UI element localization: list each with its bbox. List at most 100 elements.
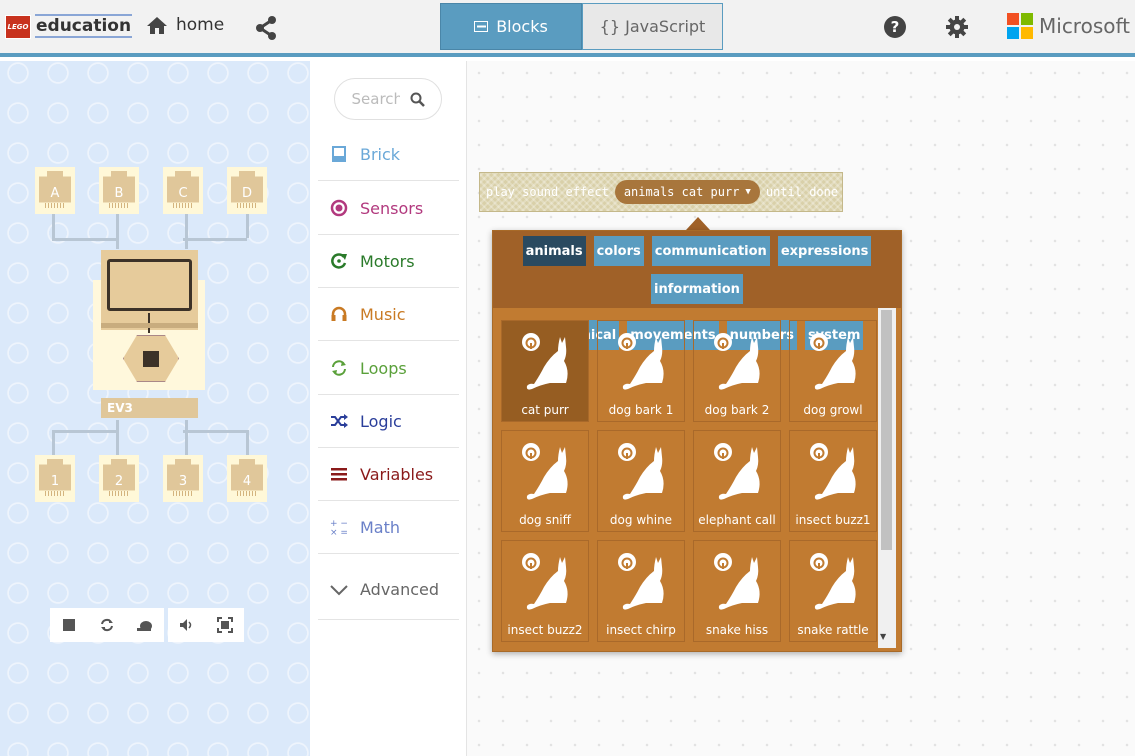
top-bar: LEGO education home Blocks {} JavaScript… bbox=[0, 0, 1135, 57]
output-port[interactable]: B bbox=[99, 167, 139, 214]
sound-option[interactable]: insect chirp bbox=[597, 540, 685, 642]
scroll-down-icon[interactable]: ▼ bbox=[880, 632, 886, 641]
toolbox-category-variables[interactable]: Variables bbox=[318, 448, 459, 501]
input-port[interactable]: 4 bbox=[227, 455, 267, 502]
sound-option[interactable]: insect buzz2 bbox=[501, 540, 589, 642]
variables-icon bbox=[330, 465, 348, 483]
input-port[interactable]: 3 bbox=[163, 455, 203, 502]
sound-option[interactable]: elephant call bbox=[693, 430, 781, 532]
brick-wire bbox=[185, 420, 188, 455]
toolbox-category-label: Variables bbox=[360, 464, 434, 484]
sound-option[interactable]: snake hiss bbox=[693, 540, 781, 642]
brick-wire bbox=[52, 238, 116, 241]
dropdown-pointer bbox=[686, 217, 710, 230]
sound-option[interactable]: dog sniff bbox=[501, 430, 589, 532]
toolbox-search[interactable]: Search bbox=[334, 78, 442, 120]
input-port[interactable]: 2 bbox=[99, 455, 139, 502]
toolbox-category-label: Math bbox=[360, 517, 401, 537]
share-icon[interactable] bbox=[255, 16, 277, 40]
shuffle-icon bbox=[330, 412, 348, 430]
sound-picker-dropdown: animals colors communication expressions inf… bbox=[492, 230, 902, 652]
help-icon[interactable]: ? bbox=[884, 16, 906, 38]
output-port[interactable]: A bbox=[35, 167, 75, 214]
microsoft-logo[interactable]: Microsoft bbox=[1007, 13, 1130, 39]
sound-icon bbox=[180, 619, 192, 631]
toolbox-category-logic[interactable]: Logic bbox=[318, 395, 459, 448]
toolbox-category-math[interactable]: + − × = Math bbox=[318, 501, 459, 554]
port-pins bbox=[237, 491, 257, 496]
brick-wire bbox=[52, 214, 55, 238]
toolbox-category-label: Motors bbox=[360, 251, 415, 271]
home-button[interactable]: home bbox=[146, 15, 224, 35]
sound-category-communication[interactable]: communication bbox=[651, 236, 770, 266]
home-label: home bbox=[176, 15, 225, 35]
port-label: 2 bbox=[114, 474, 124, 489]
port-label: B bbox=[114, 186, 124, 201]
svg-text:?: ? bbox=[891, 18, 900, 36]
toolbox-category-music[interactable]: Music bbox=[318, 288, 459, 341]
toolbox-category-loops[interactable]: Loops bbox=[318, 342, 459, 395]
sound-option[interactable]: dog bark 1 bbox=[597, 320, 685, 422]
sound-option[interactable]: dog growl bbox=[789, 320, 877, 422]
toolbox-category-label: Music bbox=[360, 304, 406, 324]
port-label: C bbox=[178, 186, 188, 201]
port-pins bbox=[109, 491, 129, 496]
brick-label: EV3 bbox=[101, 398, 198, 418]
output-port[interactable]: C bbox=[163, 167, 203, 214]
sound-category-animals[interactable]: animals bbox=[522, 236, 586, 266]
sound-option[interactable]: dog whine bbox=[597, 430, 685, 532]
search-icon[interactable] bbox=[410, 92, 425, 107]
sound-option[interactable]: cat purr bbox=[501, 320, 589, 422]
brick-icon bbox=[330, 145, 348, 163]
toolbox-category-advanced[interactable]: Advanced bbox=[318, 560, 459, 620]
toolbox-category-label: Sensors bbox=[360, 198, 424, 218]
sound-button[interactable] bbox=[168, 608, 206, 642]
tab-javascript-label: {} JavaScript bbox=[599, 17, 706, 36]
port-pins bbox=[45, 203, 65, 208]
ev3-brick[interactable]: EV3 bbox=[93, 250, 205, 420]
play-sound-effect-block[interactable]: play sound effect animals cat purr ▼ unti… bbox=[479, 172, 843, 218]
sound-category-expressions[interactable]: expressions bbox=[777, 236, 872, 266]
brick-wire bbox=[246, 214, 249, 238]
output-port[interactable]: D bbox=[227, 167, 267, 214]
brick-wire bbox=[246, 430, 249, 455]
tab-blocks[interactable]: Blocks bbox=[440, 3, 582, 50]
toolbox: Search Brick Sensors Motors Music Loops Logic… bbox=[310, 61, 467, 756]
restart-button[interactable] bbox=[88, 608, 126, 642]
loops-icon bbox=[330, 359, 348, 377]
home-icon bbox=[147, 16, 167, 34]
toolbox-category-brick[interactable]: Brick bbox=[318, 128, 459, 181]
field-value: animals cat purr bbox=[623, 185, 740, 199]
toolbox-category-motors[interactable]: Motors bbox=[318, 235, 459, 288]
headphones-icon bbox=[330, 305, 348, 323]
fullscreen-button[interactable] bbox=[206, 608, 244, 642]
simulator-controls bbox=[50, 608, 244, 642]
input-port[interactable]: 1 bbox=[35, 455, 75, 502]
sound-dropdown-field[interactable]: animals cat purr ▼ bbox=[614, 180, 760, 204]
brick-wire bbox=[185, 214, 188, 249]
gear-icon[interactable] bbox=[946, 16, 968, 38]
scrollbar-thumb[interactable] bbox=[881, 310, 892, 550]
toolbox-category-label: Brick bbox=[360, 144, 401, 164]
slow-motion-icon bbox=[137, 621, 152, 631]
sound-option[interactable]: dog bark 2 bbox=[693, 320, 781, 422]
restart-icon bbox=[101, 618, 113, 632]
search-input[interactable]: Search bbox=[352, 90, 400, 108]
sound-option[interactable]: snake rattle bbox=[789, 540, 877, 642]
port-pins bbox=[173, 491, 193, 496]
toolbox-category-sensors[interactable]: Sensors bbox=[318, 182, 459, 235]
logo-text[interactable]: education bbox=[35, 14, 133, 38]
fullscreen-icon bbox=[217, 617, 233, 633]
sound-category-information[interactable]: information bbox=[651, 274, 743, 304]
port-label: D bbox=[241, 186, 252, 201]
sound-categories: animals colors communication expressions inf… bbox=[493, 231, 901, 350]
tab-javascript[interactable]: {} JavaScript bbox=[582, 3, 723, 50]
sound-grid: cat purr dog bark 1 dog bark 2 dog growl dog… bbox=[501, 320, 877, 642]
sound-option[interactable]: insect buzz1 bbox=[789, 430, 877, 532]
stop-button[interactable] bbox=[50, 608, 88, 642]
sound-option-label: insect buzz2 bbox=[507, 623, 583, 637]
lego-logo[interactable]: LEGO bbox=[5, 15, 31, 39]
slow-motion-button[interactable] bbox=[126, 608, 164, 642]
sound-category-colors[interactable]: colors bbox=[593, 236, 644, 266]
editor-tabs: Blocks {} JavaScript bbox=[440, 3, 723, 50]
